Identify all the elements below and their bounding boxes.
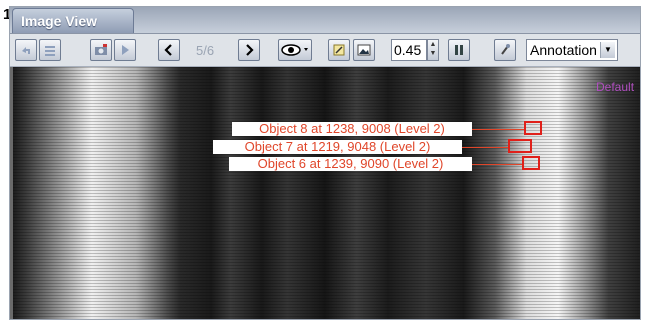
undo-button[interactable] xyxy=(15,39,37,61)
pin-button[interactable] xyxy=(494,39,516,61)
view-options-button[interactable] xyxy=(278,39,312,61)
undo-icon xyxy=(22,47,30,54)
edit-button[interactable] xyxy=(328,39,350,61)
list-button[interactable] xyxy=(39,39,61,61)
spin-down-icon[interactable]: ▼ xyxy=(430,50,437,57)
chevron-right-icon xyxy=(246,44,254,56)
spin-up-icon[interactable]: ▲ xyxy=(430,41,437,48)
image-button[interactable] xyxy=(353,39,375,61)
tab-image-view[interactable]: Image View xyxy=(12,8,134,33)
capture-button[interactable] xyxy=(90,39,112,61)
object-marker[interactable] xyxy=(522,156,540,170)
image-view-window: Image View 5/6 0.45 ▲ ▼ Annotation ▼ Def… xyxy=(9,6,641,320)
pause-button[interactable] xyxy=(448,39,470,61)
page-counter: 5/6 xyxy=(196,43,215,58)
image-icon xyxy=(357,44,371,56)
eye-icon xyxy=(281,44,308,56)
pencil-icon xyxy=(333,44,345,56)
image-canvas[interactable]: Default Object 8 at 1238, 9008 (Level 2)… xyxy=(10,67,640,319)
annotation-label[interactable]: Object 7 at 1219, 9048 (Level 2) xyxy=(213,140,462,154)
annotation-label[interactable]: Object 8 at 1238, 9008 (Level 2) xyxy=(232,122,472,136)
chevron-left-icon xyxy=(164,44,172,56)
camera-icon xyxy=(95,44,107,55)
pause-icon xyxy=(455,45,463,55)
object-marker[interactable] xyxy=(508,139,532,153)
microscopy-image xyxy=(10,67,640,319)
mode-dropdown[interactable]: Annotation ▼ xyxy=(526,39,618,61)
next-button[interactable] xyxy=(238,39,260,61)
list-icon xyxy=(45,46,55,56)
object-marker[interactable] xyxy=(524,121,542,135)
chevron-down-icon[interactable]: ▼ xyxy=(600,42,615,58)
annotation-leader-line xyxy=(472,164,522,165)
play-icon xyxy=(122,45,129,55)
pin-icon xyxy=(501,44,510,55)
previous-button[interactable] xyxy=(158,39,180,61)
zoom-stepper[interactable]: ▲ ▼ xyxy=(427,39,439,61)
play-button[interactable] xyxy=(114,39,136,61)
default-layer-label: Default xyxy=(596,80,635,94)
zoom-input[interactable]: 0.45 xyxy=(391,39,427,61)
tab-bar: Image View xyxy=(10,7,640,34)
annotation-leader-line xyxy=(472,129,524,130)
toolbar: 5/6 0.45 ▲ ▼ Annotation ▼ xyxy=(10,34,640,67)
mode-dropdown-value: Annotation xyxy=(530,42,597,58)
annotation-label[interactable]: Object 6 at 1239, 9090 (Level 2) xyxy=(229,157,472,171)
annotation-leader-line xyxy=(462,147,508,148)
